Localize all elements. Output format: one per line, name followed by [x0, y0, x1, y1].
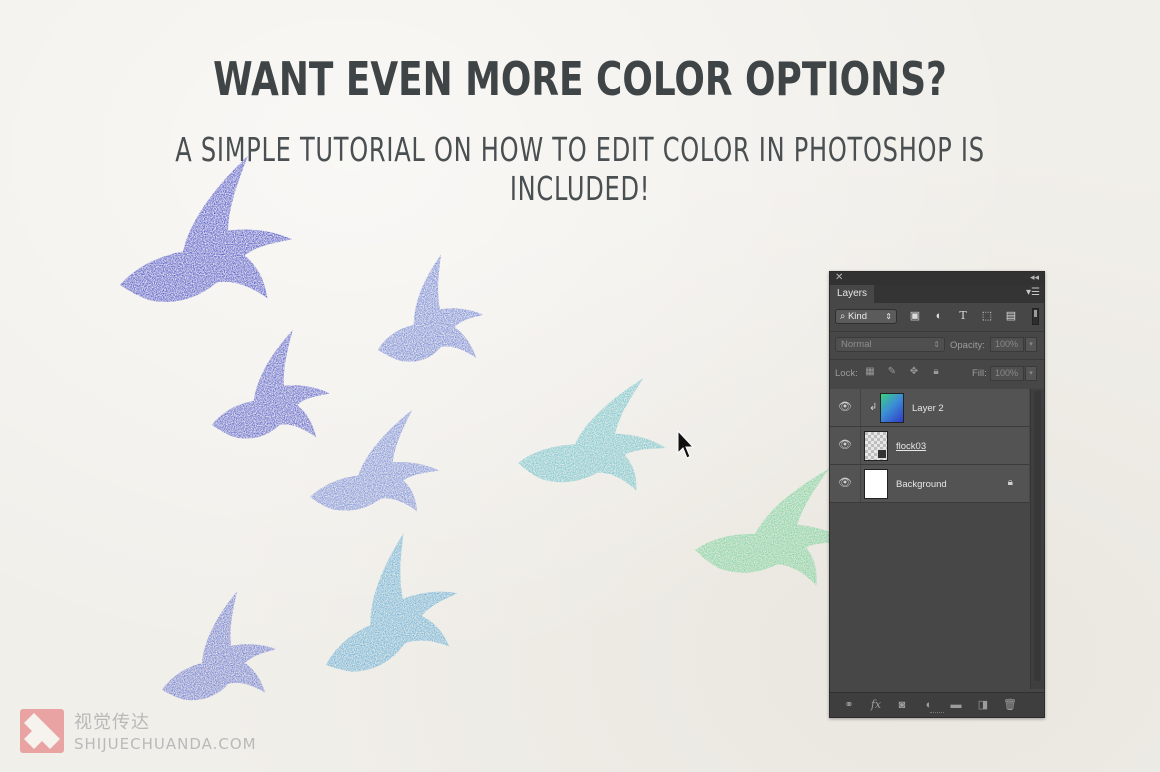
opacity-label: Opacity: [950, 340, 985, 351]
smart-object-filter-icon[interactable]: ▤ [1004, 309, 1018, 323]
new-layer-icon[interactable]: ◨ [975, 698, 991, 712]
lock-row: Lock: ▦ ✎ ✥ 🔒︎ Fill: 100% ▾ [830, 360, 1044, 388]
panel-menu-icon[interactable]: ▾☰ [1026, 287, 1040, 298]
blend-mode-value: Normal [841, 339, 872, 350]
link-icon[interactable]: ⚭ [841, 698, 857, 712]
trash-icon[interactable]: 🗑︎ [1002, 698, 1018, 712]
kind-filter-select[interactable]: ⌕ Kind ⇕ [835, 309, 897, 324]
stepper-icon: ⇕ [885, 312, 892, 321]
layer-name[interactable]: Background [896, 479, 947, 490]
fill-label: Fill: [972, 368, 987, 379]
lock-position-icon[interactable]: ✥ [908, 366, 920, 378]
filter-row: ⌕ Kind ⇕ ▣ ◐ T ⬚ ▤ [830, 303, 1044, 331]
fill-input[interactable]: 100% [990, 366, 1024, 381]
image-filter-icon[interactable]: ▣ [908, 309, 922, 323]
layer-row-layer-2[interactable]: 👁︎ ↲ Layer 2 [830, 389, 1029, 427]
stepper-icon: ⇕ [933, 340, 940, 349]
search-icon: ⌕ [840, 311, 846, 322]
opacity-dropdown-icon[interactable]: ▾ [1025, 337, 1037, 352]
watermark-site: SHIJUECHUANDA.COM [74, 735, 257, 753]
layer-row-flock03[interactable]: 👁︎ flock03 [830, 427, 1029, 465]
divider [860, 389, 861, 426]
layer-name[interactable]: Layer 2 [912, 403, 944, 414]
divider [860, 465, 861, 502]
eye-icon[interactable]: 👁︎ [838, 439, 852, 451]
adjustment-icon[interactable]: ◐ [921, 698, 937, 712]
opacity-input[interactable]: 100% [990, 337, 1024, 352]
tab-layers[interactable]: Layers [830, 285, 874, 303]
layer-list-scrollbar[interactable] [1030, 389, 1044, 689]
adjustment-filter-icon[interactable]: ◐ [932, 309, 946, 323]
layers-panel: ✕ ◂◂ Layers ▾☰ ⌕ Kind ⇕ ▣ ◐ T ⬚ ▤ Normal… [829, 271, 1045, 718]
close-icon[interactable]: ✕ [835, 272, 843, 283]
panel-title-bar: ✕ ◂◂ [830, 272, 1044, 285]
collapse-icon[interactable]: ◂◂ [1030, 272, 1039, 283]
bird-teal-5 [505, 378, 676, 523]
arrow-pointer-icon [677, 430, 695, 459]
lock-pixels-icon[interactable]: ✎ [886, 366, 898, 378]
layer-list: 👁︎ ↲ Layer 2 👁︎ flock03 👁︎ Background 🔒︎ [830, 389, 1029, 689]
fill-dropdown-icon[interactable]: ▾ [1025, 366, 1037, 381]
eye-icon[interactable]: 👁︎ [838, 477, 852, 489]
bird-blue-8 [139, 591, 294, 740]
bird-deep-blue-1 [94, 155, 312, 357]
panel-tabs: Layers ▾☰ [830, 285, 1044, 303]
lock-icon: 🔒︎ [1007, 477, 1013, 488]
mask-icon[interactable]: ◙ [894, 698, 910, 712]
blend-row: Normal ⇕ Opacity: 100% ▾ [830, 332, 1044, 359]
kind-label: Kind [847, 311, 867, 322]
shape-filter-icon[interactable]: ⬚ [980, 309, 994, 323]
filter-toggle-switch[interactable] [1032, 308, 1039, 325]
bird-blue-4 [294, 409, 451, 550]
layer-thumbnail [880, 393, 904, 423]
layer-row-background[interactable]: 👁︎ Background 🔒︎ [830, 465, 1029, 503]
fx-icon[interactable]: fx [868, 698, 884, 712]
bird-blue-2 [353, 254, 502, 402]
lock-all-icon[interactable]: 🔒︎ [930, 366, 942, 378]
eye-icon[interactable]: 👁︎ [838, 401, 852, 413]
clipping-mask-icon: ↲ [869, 402, 878, 413]
lock-transparency-icon[interactable]: ▦ [864, 366, 876, 378]
smart-object-badge-icon [877, 449, 887, 459]
type-filter-icon[interactable]: T [956, 309, 970, 323]
layer-name[interactable]: flock03 [896, 441, 926, 452]
watermark-chinese: 视觉传达 [74, 712, 150, 733]
resize-grip[interactable] [930, 712, 944, 716]
divider [860, 427, 861, 464]
bird-sky-7 [295, 533, 481, 717]
bird-deep-blue-3 [191, 329, 346, 480]
site-logo [20, 709, 64, 753]
blend-mode-select[interactable]: Normal ⇕ [835, 337, 945, 352]
panel-bottom-toolbar: ⚭ fx ◙ ◐ ▬ ◨ 🗑︎ [830, 692, 1044, 717]
folder-icon[interactable]: ▬ [948, 698, 964, 712]
layer-thumbnail [864, 469, 888, 499]
lock-label: Lock: [835, 368, 858, 379]
